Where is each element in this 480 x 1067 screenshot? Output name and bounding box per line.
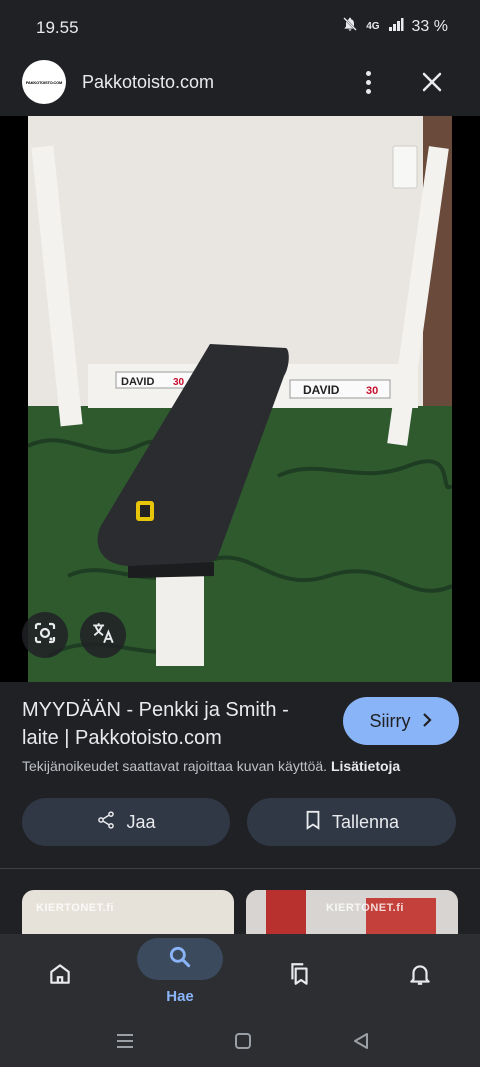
logo-text: PAKKOTOISTO.COM — [25, 79, 63, 85]
viewer-header: PAKKOTOISTO.COM Pakkotoisto.com — [0, 52, 480, 116]
result-title[interactable]: MYYDÄÄN - Penkki ja Smith -laite | Pakko… — [22, 696, 322, 752]
site-logo[interactable]: PAKKOTOISTO.COM — [22, 60, 66, 104]
status-time: 19.55 — [36, 18, 79, 37]
system-nav — [0, 1016, 480, 1067]
nav-search[interactable]: Hae — [135, 934, 225, 1016]
translate-icon — [90, 620, 116, 651]
network-type: 4G — [366, 21, 380, 32]
bottom-nav: Hae — [0, 934, 480, 1016]
nav-collections[interactable] — [255, 934, 345, 1016]
search-pill — [137, 938, 223, 980]
copyright-notice: Tekijänoikeudet saattavat rajoittaa kuva… — [22, 758, 462, 774]
translate-button[interactable] — [80, 612, 126, 658]
sign-left-number: 30 — [173, 377, 185, 388]
copyright-text: Tekijänoikeudet saattavat rajoittaa kuva… — [22, 758, 328, 774]
chevron-right-icon — [421, 711, 433, 732]
status-bar: 19.55 4G 33 % — [0, 0, 480, 52]
lens-button[interactable] — [22, 612, 68, 658]
recents-icon[interactable] — [110, 1026, 140, 1056]
nav-search-label: Hae — [166, 988, 194, 1005]
share-icon — [96, 810, 116, 835]
home-icon — [42, 956, 78, 992]
signal-icon — [388, 16, 404, 37]
related-image-1[interactable]: KIERTONET.fi — [22, 890, 234, 934]
more-vert-icon[interactable] — [354, 64, 382, 100]
bell-muted-icon — [342, 16, 358, 37]
visit-button[interactable]: Siirry — [343, 697, 459, 745]
watermark-text: KIERTONET.fi — [326, 902, 404, 914]
share-button[interactable]: Jaa — [22, 798, 230, 846]
bench-photo: DAVID 30 DAVID 30 — [28, 116, 452, 682]
battery-level: 33 % — [411, 17, 448, 35]
lens-icon — [33, 621, 57, 650]
search-icon — [167, 944, 193, 975]
sign-right-text: DAVID — [303, 383, 340, 397]
nav-home[interactable] — [15, 934, 105, 1016]
sign-right-number: 30 — [366, 385, 378, 397]
home-system-icon[interactable] — [228, 1026, 258, 1056]
status-icons: 4G 33 % — [342, 16, 448, 37]
site-name[interactable]: Pakkotoisto.com — [82, 72, 214, 93]
collections-icon — [282, 956, 318, 992]
visit-label: Siirry — [369, 710, 411, 731]
learn-more-link[interactable]: Lisätietoja — [331, 758, 400, 774]
close-icon[interactable] — [416, 66, 448, 98]
watermark-text: KIERTONET.fi — [36, 902, 114, 914]
divider — [0, 868, 480, 869]
back-icon[interactable] — [346, 1026, 376, 1056]
nav-notifications[interactable] — [375, 934, 465, 1016]
bookmark-icon — [304, 810, 322, 835]
notifications-icon — [402, 956, 438, 992]
save-label: Tallenna — [331, 811, 400, 832]
share-label: Jaa — [126, 811, 156, 832]
image-preview[interactable]: DAVID 30 DAVID 30 — [0, 116, 480, 682]
sign-left-text: DAVID — [121, 376, 154, 388]
related-image-2[interactable]: KIERTONET.fi — [246, 890, 458, 934]
save-button[interactable]: Tallenna — [247, 798, 456, 846]
